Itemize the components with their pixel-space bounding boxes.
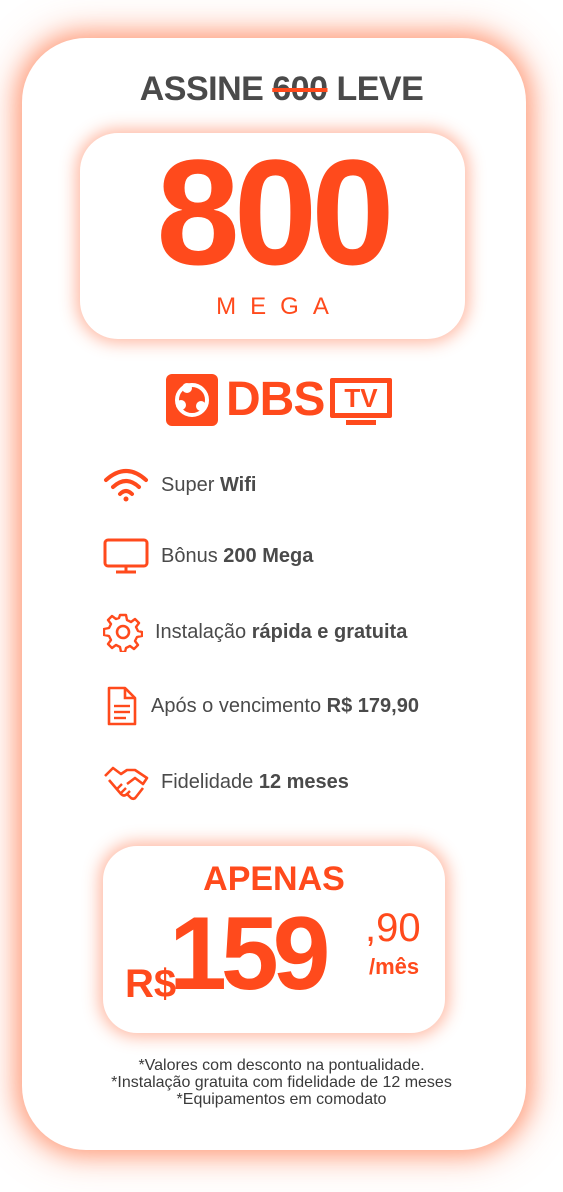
handshake-icon <box>104 766 149 801</box>
feature-text: Fidelidade 12 meses <box>161 770 349 793</box>
footnote: *Equipamentos em comodato <box>176 1091 387 1108</box>
feature-text: Bônus 200 Mega <box>161 544 314 567</box>
feature-bonus: Bônus 200 Mega <box>103 538 313 574</box>
gear-icon <box>103 613 143 652</box>
speed-unit: MEGA <box>216 293 343 320</box>
footnote: *Instalação gratuita com fidelidade de 1… <box>111 1074 452 1091</box>
headline-suffix: LEVE <box>336 70 424 108</box>
headline-struck-value: 600 <box>272 70 328 108</box>
brand-name: DBS <box>226 373 325 426</box>
price-cents: ,90 <box>365 906 421 950</box>
document-icon <box>107 686 137 726</box>
feature-loyalty: Fidelidade 12 meses <box>103 762 349 802</box>
wifi-icon <box>104 469 148 502</box>
tv-stand <box>346 420 376 425</box>
footnote: *Valores com desconto na pontualidade. <box>138 1057 425 1074</box>
speed-value: 800 <box>156 128 394 296</box>
offer-headline: ASSINE 600 LEVE <box>0 70 563 109</box>
price-integer: 159 <box>169 896 331 1012</box>
feature-text: Após o vencimento R$ 179,90 <box>151 694 419 717</box>
tv-icon <box>103 538 149 574</box>
feature-wifi: Super Wifi <box>103 468 256 502</box>
feature-text: Instalação rápida e gratuita <box>155 620 408 643</box>
speed-box: 800 MEGA <box>80 133 465 339</box>
footnotes: *Valores com desconto na pontualidade. *… <box>30 1057 533 1108</box>
brand-mark-icon <box>166 374 218 426</box>
feature-due: Após o vencimento R$ 179,90 <box>103 686 419 726</box>
price-box: APENAS R$ 159 ,90 /mês <box>103 846 445 1033</box>
headline-prefix: ASSINE <box>139 70 264 108</box>
feature-install: Instalação rápida e gratuita <box>103 612 407 652</box>
brand-sub: TV <box>330 378 392 418</box>
price-period: /mês <box>369 954 420 979</box>
feature-text: Super Wifi <box>161 473 257 496</box>
